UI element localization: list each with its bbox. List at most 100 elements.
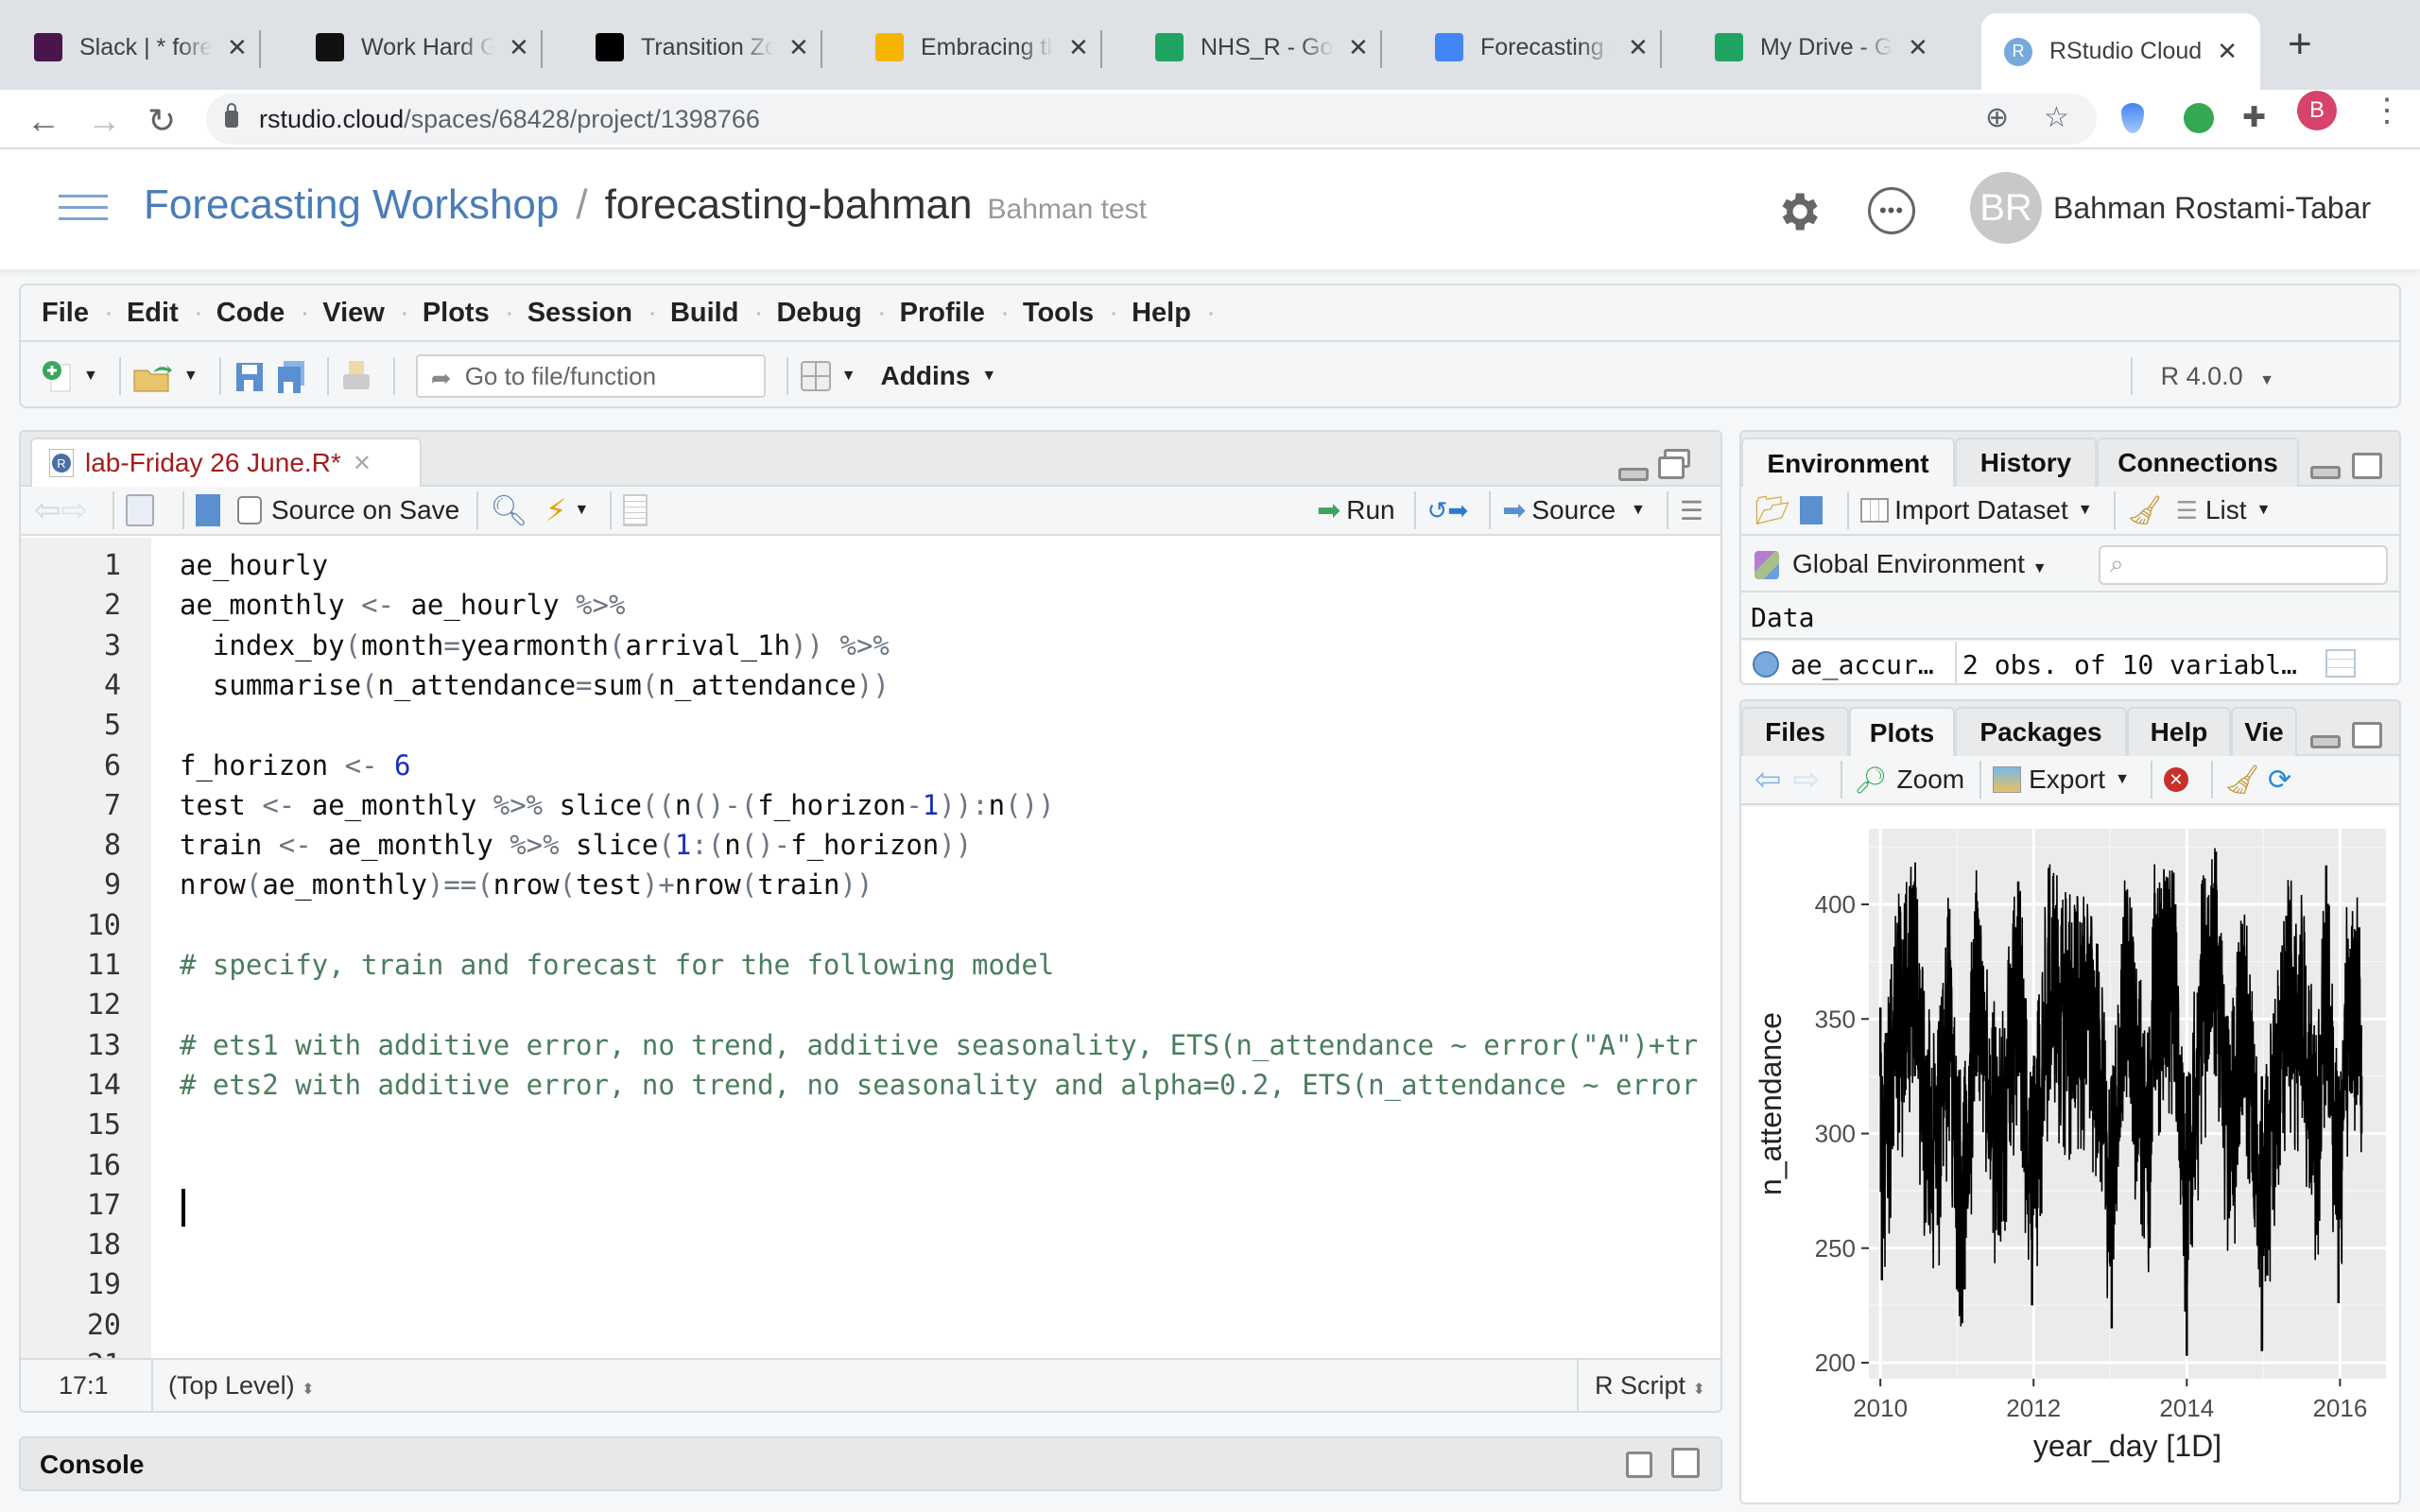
close-tab-icon[interactable]: ✕	[353, 450, 372, 477]
console-title[interactable]: Console	[40, 1450, 144, 1480]
extension-icon[interactable]	[2121, 103, 2144, 133]
close-tab-icon[interactable]: ✕	[1628, 33, 1649, 62]
print-icon[interactable]	[340, 359, 372, 393]
menu-code[interactable]: Code	[216, 298, 309, 329]
user-avatar[interactable]: BR	[1970, 172, 2042, 244]
save-all-icon[interactable]	[274, 359, 306, 393]
clear-workspace-broom-icon[interactable]: 🧹︎	[2127, 494, 2163, 527]
save-workspace-icon[interactable]	[1800, 496, 1824, 524]
menu-debug[interactable]: Debug	[776, 298, 887, 329]
code-tools-dropdown[interactable]: ▼	[574, 502, 589, 519]
browser-tab[interactable]: Slack | * forecasting ✕	[34, 13, 261, 81]
remove-plot-icon[interactable]: ✕	[2163, 767, 2188, 792]
workspace-panes-icon[interactable]	[800, 359, 832, 393]
browser-tab[interactable]: Transition Zone ✕	[596, 13, 822, 81]
file-type-selector[interactable]: R Script ⬍	[1595, 1371, 1705, 1400]
close-tab-icon[interactable]: ✕	[788, 33, 809, 62]
load-workspace-icon[interactable]: 📂︎	[1754, 494, 1790, 527]
go-to-file-input[interactable]: ➦ Go to file/function	[415, 354, 766, 398]
new-file-icon[interactable]	[42, 359, 74, 393]
tab-environment[interactable]: Environment	[1741, 438, 1955, 489]
expand-row-icon[interactable]	[1753, 651, 1779, 678]
browser-tab[interactable]: Work Hard GIF ✕	[316, 13, 543, 81]
tab-help[interactable]: Help	[2127, 707, 2231, 756]
close-tab-icon[interactable]: ✕	[509, 33, 529, 62]
close-tab-icon[interactable]: ✕	[227, 33, 248, 62]
menu-session[interactable]: Session	[527, 298, 657, 329]
settings-gear-icon[interactable]	[1773, 187, 1823, 236]
code-editor[interactable]: ae_hourly ae_monthly <- ae_hourly %>% ind…	[151, 538, 1720, 1358]
open-file-icon[interactable]	[132, 359, 174, 393]
source-on-save-checkbox[interactable]	[237, 496, 262, 524]
profile-avatar[interactable]: B	[2297, 91, 2337, 130]
menu-plots[interactable]: Plots	[423, 298, 514, 329]
run-button[interactable]: Run	[1346, 495, 1394, 525]
minimize-pane-icon[interactable]	[2310, 466, 2341, 479]
environment-search-input[interactable]: ⌕	[2099, 545, 2388, 585]
new-tab-button[interactable]: +	[2288, 21, 2312, 68]
editor-file-tab[interactable]: R lab-Friday 26 June.R* ✕	[30, 438, 422, 487]
menu-edit[interactable]: Edit	[127, 298, 202, 329]
tab-plots[interactable]: Plots	[1849, 707, 1955, 758]
zoom-icon[interactable]: ⊕	[1985, 101, 2009, 134]
browser-tab[interactable]: Forecasting and ✕	[1435, 13, 1662, 81]
clear-plots-broom-icon[interactable]: 🧹︎	[2224, 764, 2260, 797]
maximize-pane-icon[interactable]	[2352, 453, 2382, 479]
browser-tab[interactable]: Embracing the ✕	[875, 13, 1102, 81]
user-name[interactable]: Bahman Rostami-Tabar	[2053, 191, 2371, 226]
menu-tools[interactable]: Tools	[1023, 298, 1118, 329]
global-environment-selector[interactable]: Global Environment ▼	[1792, 549, 2048, 579]
tab-files[interactable]: Files	[1741, 707, 1849, 756]
rerun-icon[interactable]: ↺➡	[1427, 496, 1469, 525]
browser-menu-icon[interactable]: ⋮	[2371, 94, 2403, 127]
reload-icon[interactable]: ↻	[147, 101, 176, 141]
save-icon[interactable]	[233, 359, 265, 393]
addins-menu[interactable]: Addins	[881, 361, 971, 391]
import-dataset-button[interactable]: Import Dataset	[1894, 495, 2068, 525]
document-outline-icon[interactable]: ☰	[1680, 495, 1703, 526]
back-nav-icon[interactable]: ⇦	[34, 491, 61, 529]
url-input[interactable]: rstudio.cloud/spaces/68428/project/13987…	[206, 94, 2097, 145]
compile-report-icon[interactable]	[623, 494, 648, 526]
menu-profile[interactable]: Profile	[900, 298, 1011, 329]
minimize-pane-icon[interactable]	[1618, 468, 1649, 481]
zoom-button[interactable]: Zoom	[1897, 765, 1965, 795]
tab-history[interactable]: History	[1955, 438, 2097, 487]
show-in-window-icon[interactable]	[126, 494, 154, 526]
minimize-pane-icon[interactable]	[2310, 735, 2341, 748]
menu-view[interactable]: View	[322, 298, 408, 329]
close-tab-icon[interactable]: ✕	[1348, 33, 1369, 62]
browser-tab[interactable]: R RStudio Cloud ✕	[1981, 13, 2261, 90]
close-tab-icon[interactable]: ✕	[2217, 37, 2238, 66]
maximize-console-icon[interactable]	[1671, 1448, 1700, 1478]
close-tab-icon[interactable]: ✕	[1908, 33, 1928, 62]
open-file-dropdown[interactable]: ▼	[183, 368, 199, 385]
more-options-icon[interactable]: •••	[1868, 187, 1915, 234]
export-button[interactable]: Export	[2029, 765, 2105, 795]
tab-connections[interactable]: Connections	[2097, 438, 2299, 487]
menu-help[interactable]: Help	[1132, 298, 1216, 329]
source-button[interactable]: Source	[1531, 495, 1616, 525]
forward-nav-icon[interactable]: ⇨	[61, 491, 89, 529]
save-file-icon[interactable]	[196, 494, 220, 526]
forward-icon[interactable]: →	[87, 101, 121, 141]
bookmark-star-icon[interactable]: ☆	[2044, 101, 2069, 134]
space-link[interactable]: Forecasting Workshop	[144, 181, 559, 229]
browser-tab[interactable]: NHS_R - Google Drive ✕	[1155, 13, 1382, 81]
view-data-grid-icon[interactable]	[2325, 649, 2356, 678]
back-icon[interactable]: ←	[26, 101, 60, 141]
hamburger-menu-icon[interactable]	[59, 195, 108, 229]
new-file-dropdown[interactable]: ▼	[83, 368, 98, 385]
scope-selector[interactable]: (Top Level) ⬍	[168, 1371, 315, 1400]
refresh-plot-icon[interactable]: ⟳	[2268, 764, 2291, 797]
close-tab-icon[interactable]: ✕	[1068, 33, 1089, 62]
restore-pane-icon[interactable]	[1658, 456, 1685, 479]
maximize-pane-icon[interactable]	[2352, 722, 2382, 748]
next-plot-icon[interactable]: ⇨	[1793, 761, 1821, 799]
code-tools-wand-icon[interactable]: ⚡︎	[545, 492, 566, 528]
r-version-selector[interactable]: R 4.0.0 ▼	[2130, 357, 2274, 395]
panes-dropdown[interactable]: ▼	[841, 368, 856, 385]
find-replace-icon[interactable]: 🔍︎	[490, 492, 528, 528]
environment-row[interactable]: ae_accur… 2 obs. of 10 variabl…	[1741, 642, 2399, 683]
tab-packages[interactable]: Packages	[1955, 707, 2127, 756]
